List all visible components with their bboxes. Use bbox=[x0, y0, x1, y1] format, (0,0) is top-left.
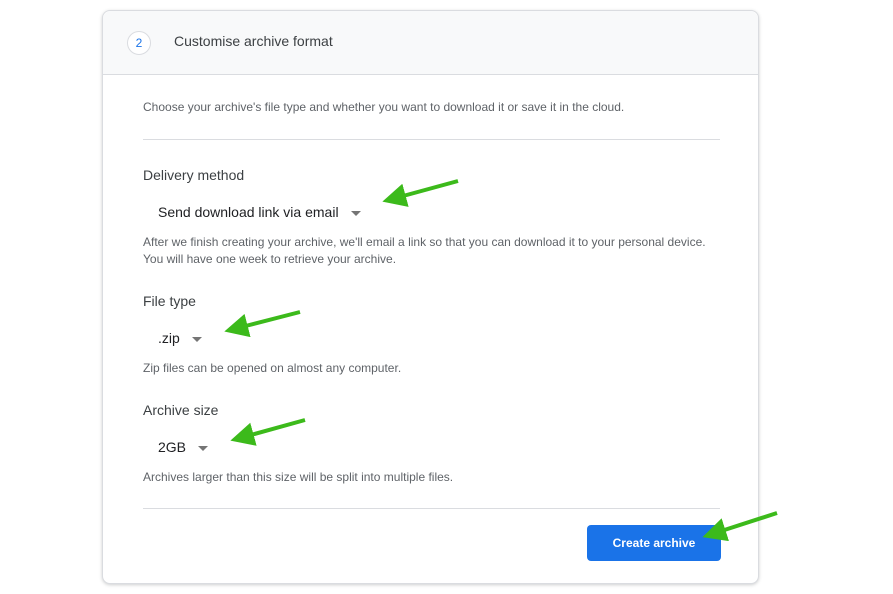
card-header: 2 Customise archive format bbox=[103, 11, 758, 75]
create-archive-button[interactable]: Create archive bbox=[587, 525, 721, 561]
delivery-method-help: After we finish creating your archive, w… bbox=[143, 235, 706, 266]
bottom-divider bbox=[143, 508, 720, 509]
delivery-method-label: Delivery method bbox=[143, 167, 245, 183]
archive-size-value: 2GB bbox=[158, 439, 187, 455]
delivery-method-value: Send download link via email bbox=[158, 204, 339, 220]
step-number-badge: 2 bbox=[127, 31, 151, 55]
step-title: Customise archive format bbox=[174, 33, 333, 49]
file-type-help: Zip files can be opened on almost any co… bbox=[143, 361, 402, 375]
file-type-label: File type bbox=[143, 293, 196, 309]
chevron-down-icon bbox=[198, 446, 209, 451]
archive-size-label: Archive size bbox=[143, 402, 219, 418]
top-divider bbox=[143, 139, 720, 140]
file-type-value: .zip bbox=[158, 330, 180, 346]
file-type-dropdown[interactable]: .zip bbox=[158, 330, 202, 346]
archive-format-card: 2 Customise archive format Choose your a… bbox=[102, 10, 759, 584]
chevron-down-icon bbox=[191, 337, 202, 342]
intro-text: Choose your archive's file type and whet… bbox=[143, 100, 625, 114]
delivery-method-dropdown[interactable]: Send download link via email bbox=[158, 204, 361, 220]
archive-size-dropdown[interactable]: 2GB bbox=[158, 439, 209, 455]
archive-size-help: Archives larger than this size will be s… bbox=[143, 470, 454, 484]
chevron-down-icon bbox=[350, 211, 361, 216]
